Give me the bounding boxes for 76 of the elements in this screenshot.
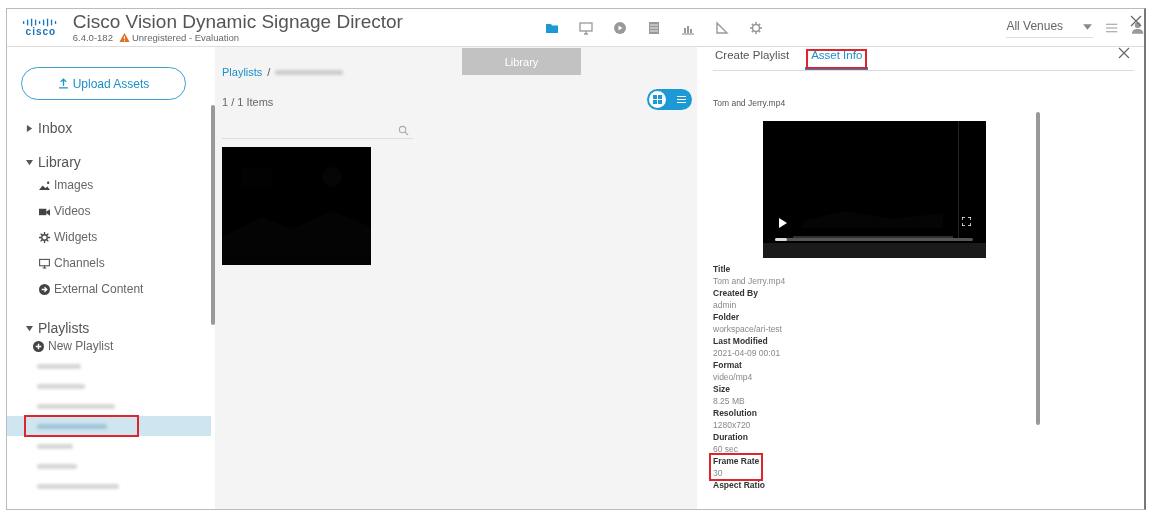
field-label: Aspect Ratio (713, 479, 765, 491)
playlist-item[interactable] (7, 416, 211, 436)
gear-tab[interactable] (748, 19, 765, 36)
tree-item[interactable]: New Playlist (21, 338, 114, 354)
breadcrumb-link[interactable]: Playlists (222, 66, 263, 78)
play-button[interactable] (779, 216, 787, 226)
tab[interactable]: Create Playlist (713, 48, 792, 70)
tree-section[interactable]: Playlists (21, 320, 90, 336)
grid-view-button[interactable] (649, 91, 666, 108)
blurred-text (37, 463, 77, 469)
field-value: admin (713, 299, 738, 311)
mountain-icon (39, 179, 50, 191)
tree-item[interactable]: Images (21, 172, 94, 198)
blurred-text (37, 363, 81, 369)
scrollbar[interactable] (211, 105, 215, 325)
field-label: Duration (713, 431, 748, 443)
field-label: Resolution (713, 407, 757, 419)
fullscreen-icon[interactable] (962, 217, 971, 226)
field-value: 8.25 MB (713, 395, 745, 407)
tree-item[interactable]: Channels (21, 250, 105, 276)
file-name: Tom and Jerry.mp4 (713, 98, 787, 108)
tooltip: Library (462, 48, 581, 75)
triangle-ruler-tab[interactable] (714, 19, 731, 36)
blurred-text (37, 383, 85, 389)
tree-section[interactable]: Library (21, 154, 81, 170)
field-value: 1280x720 (713, 419, 752, 431)
field-label: Created By (713, 287, 758, 299)
blurred-text (275, 69, 344, 75)
item-count: 1 / 1 Items (222, 96, 274, 108)
search-icon (398, 124, 409, 136)
venue-dropdown[interactable]: All Venues (1006, 17, 1094, 38)
blurred-text (37, 423, 107, 429)
list-icon (677, 95, 686, 104)
field-label: Title (713, 263, 732, 275)
brand-logo-text: cisco (25, 27, 57, 37)
grid-icon (653, 95, 662, 104)
arrow-circle-icon (39, 283, 50, 295)
tab[interactable]: Asset Info (805, 48, 869, 70)
upload-button[interactable]: Upload Assets (21, 67, 186, 100)
progress-track[interactable] (775, 238, 973, 241)
user-icon[interactable] (1130, 20, 1144, 35)
warning-text: Unregistered - Evaluation (131, 32, 240, 43)
field-label: Size (713, 383, 731, 395)
close-button[interactable] (1130, 15, 1142, 27)
caret-icon (26, 324, 33, 332)
field-value: 2021-04-09 00:01 (713, 347, 781, 359)
upload-icon (57, 78, 69, 89)
caret-icon (26, 124, 33, 132)
view-toggle[interactable] (647, 89, 692, 110)
tree-item[interactable]: Videos (21, 198, 91, 224)
field-label: Format (713, 359, 743, 371)
field-value: Tom and Jerry.mp4 (713, 275, 786, 287)
play-tab[interactable] (612, 19, 629, 36)
breadcrumb-separator: / (267, 66, 271, 78)
version-text: 6.4.0-182 (72, 32, 113, 43)
plus-circle-icon (33, 340, 44, 352)
field-label: Frame Rate (713, 455, 760, 467)
monitor-icon (39, 257, 50, 269)
scrollbar[interactable] (1036, 112, 1040, 425)
progress-fill (775, 238, 787, 241)
field-value: workspace/ari-test (713, 323, 782, 335)
field-value: 60 sec (713, 443, 740, 455)
field-value: 30 (713, 467, 724, 479)
gear-icon (39, 231, 50, 243)
tree-item[interactable]: Widgets (21, 224, 98, 250)
tree-section[interactable]: Inbox (21, 120, 73, 136)
app-title: Cisco Vision Dynamic Signage Director (72, 12, 404, 32)
tree-item[interactable]: External Content (21, 276, 144, 302)
blurred-text (37, 443, 73, 449)
caret-icon (26, 158, 33, 166)
field-value: video/mp4 (713, 371, 753, 383)
monitor-tab[interactable] (578, 19, 595, 36)
close-button[interactable] (1118, 47, 1130, 59)
field-label: Last Modified (713, 335, 769, 347)
warning-icon (118, 32, 130, 43)
field-label: Folder (713, 311, 740, 323)
